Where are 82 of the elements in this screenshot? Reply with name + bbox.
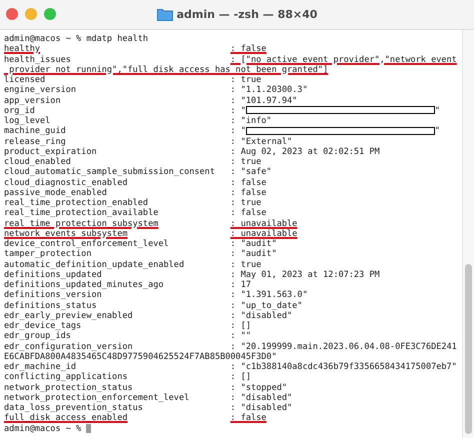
zoom-button[interactable] — [44, 8, 56, 20]
output-value: : "101.97.94" — [230, 96, 298, 106]
output-value: : " " — [230, 126, 440, 136]
output-value: : "20.199999.main.2023.06.04.08-0FE3C76DE241 — [230, 342, 457, 352]
output-key: engine_version — [4, 85, 230, 96]
output-key: edr_group_ids — [4, 331, 230, 342]
output-key: real_time_protection_available — [4, 208, 230, 218]
output-value: : "disabled" — [230, 392, 292, 403]
output-key: device_control_enforcement_level — [4, 239, 230, 250]
output-value: : "1.391.563.0" — [230, 290, 308, 300]
output-value: : "info" — [230, 116, 272, 126]
output-key: automatic_definition_update_enabled — [4, 260, 230, 270]
output-key: network_events_subsystem — [4, 228, 230, 239]
output-key: definitions_version — [4, 290, 230, 300]
output-value: : "" — [230, 331, 251, 342]
output-key: cloud_automatic_sample_submission_consent — [4, 167, 230, 178]
output-value: : "disabled" — [230, 403, 292, 414]
output-value: : false — [230, 413, 266, 424]
minimize-button[interactable] — [25, 8, 37, 20]
output-value: : May 01, 2023 at 12:07:23 PM — [230, 270, 380, 280]
output-value: : false — [230, 208, 266, 218]
output-value: : false — [230, 188, 266, 198]
output-value: : "External" — [230, 136, 292, 147]
output-key: data_loss_prevention_status — [4, 403, 230, 414]
output-key: edr_machine_id — [4, 362, 230, 372]
output-key: cloud_diagnostic_enabled — [4, 178, 230, 188]
scrollbar[interactable] — [462, 30, 474, 438]
output-key: log_level — [4, 116, 230, 126]
output-value: : 17 — [230, 280, 251, 290]
output-key: release_ring — [4, 136, 230, 147]
output-key: real_time_protection_enabled — [4, 198, 230, 208]
output-value: : unavailable — [230, 228, 298, 239]
shell-prompt: admin@macos ~ % — [4, 424, 82, 434]
output-value: : true — [230, 198, 262, 208]
output-value: : [] — [230, 321, 251, 332]
output-key: conflicting_applications — [4, 372, 230, 382]
output-key: app_version — [4, 96, 230, 106]
output-key: definitions_updated — [4, 270, 230, 280]
output-key: healthy — [4, 44, 230, 54]
output-key: edr_configuration_version — [4, 342, 230, 352]
output-value: : false — [230, 44, 266, 54]
output-value: : "audit" — [230, 239, 277, 250]
output-key: licensed — [4, 75, 230, 86]
output-key: product_expiration — [4, 146, 230, 157]
output-key: org_id — [4, 106, 230, 116]
output-value: : "c1b388140a8cdc436b79f3356658434175007eb7" — [230, 362, 457, 372]
output-key: network_protection_enforcement_level — [4, 392, 230, 403]
output-value: : "up_to_date" — [230, 300, 302, 311]
output-value: : " " — [230, 106, 440, 116]
output-key: full_disk_access_enabled — [4, 413, 230, 424]
output-key: edr_device_tags — [4, 321, 230, 332]
output-value: provider not running","full disk access has not been granted"] — [8, 64, 328, 75]
output-value: : "1.1.20300.3" — [230, 85, 308, 96]
output-value: E6CABFDA800A4835465C48D9775904625524F7AB85B00045F3D0" — [4, 352, 277, 362]
output-value: : unavailable — [230, 218, 298, 229]
output-key: cloud_enabled — [4, 157, 230, 168]
output-key: network_protection_status — [4, 382, 230, 393]
output-value: : true — [230, 260, 262, 270]
output-value: : ["no active event provider","network event — [230, 54, 457, 65]
output-value: : "safe" — [230, 167, 272, 178]
output-value: : false — [230, 178, 266, 188]
output-value: : [] — [230, 372, 251, 382]
close-button[interactable] — [6, 8, 18, 20]
output-value: : "stopped" — [230, 382, 288, 393]
output-key: definitions_status — [4, 300, 230, 311]
folder-icon — [156, 8, 173, 21]
output-key: definitions_updated_minutes_ago — [4, 280, 230, 290]
text-cursor — [86, 424, 92, 434]
scroll-thumb[interactable] — [465, 264, 472, 434]
output-key: edr_early_preview_enabled — [4, 310, 230, 321]
output-value: : "disabled" — [230, 310, 292, 321]
window-title: admin — -zsh — 88×40 — [176, 8, 318, 21]
output-key: health_issues — [4, 54, 230, 65]
output-value: : "audit" — [230, 249, 277, 260]
command-line: admin@macos ~ % mdatp health — [4, 34, 150, 44]
output-key: machine_guid — [4, 126, 230, 136]
output-key: tamper_protection — [4, 249, 230, 260]
output-value: : true — [230, 157, 262, 168]
output-value: : Aug 02, 2023 at 02:02:51 PM — [230, 146, 380, 157]
output-key: passive_mode_enabled — [4, 188, 230, 198]
output-value: : true — [230, 75, 262, 86]
output-key: real_time_protection_subsystem — [4, 218, 230, 229]
